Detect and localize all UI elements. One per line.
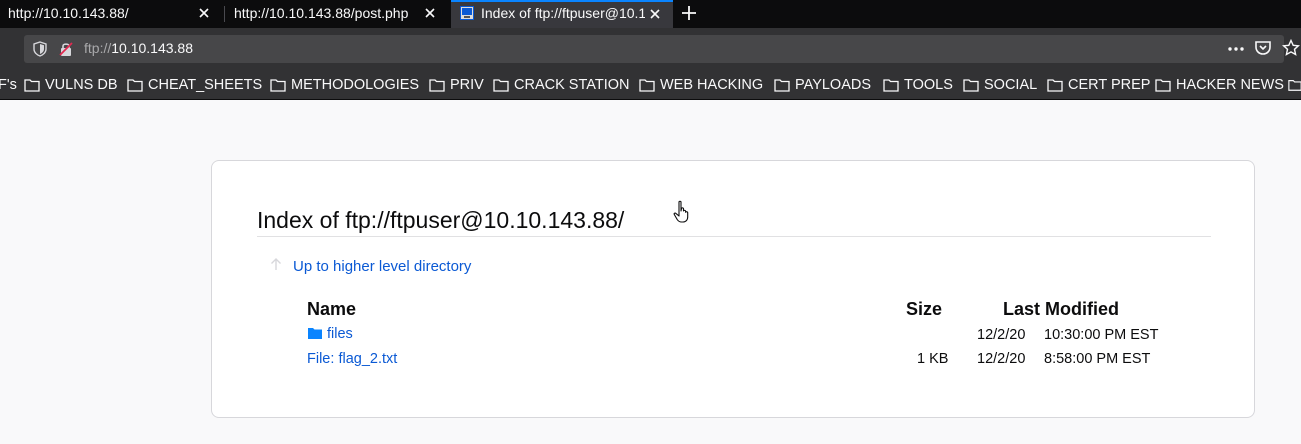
bookmark-star-icon[interactable] — [1282, 39, 1300, 57]
directory-listing-card: Index of ftp://ftpuser@10.10.143.88/ Up … — [211, 160, 1255, 418]
folder-icon — [1155, 79, 1171, 92]
navigation-toolbar: ftp://10.10.143.88 — [0, 28, 1301, 70]
entry-size: 1 KB — [917, 351, 949, 367]
folder-icon — [774, 79, 790, 92]
folder-icon — [493, 79, 509, 92]
bookmark-label: CHEAT_SHEETS — [148, 77, 263, 93]
tab-title: http://10.10.143.88/ — [8, 5, 129, 21]
bookmarks-toolbar: F's VULNS DB CHEAT_SHEETS METHODOLOGIES … — [0, 70, 1301, 100]
folder-icon — [270, 79, 286, 92]
tab-title: Index of ftp://ftpuser@10.10.143.88/ — [481, 5, 645, 21]
entry-link-files[interactable]: files — [327, 326, 353, 342]
heading-divider — [257, 236, 1211, 237]
entry-time: 10:30:00 PM EST — [1044, 327, 1159, 343]
folder-icon — [963, 79, 979, 92]
bookmark-folder-icon[interactable] — [1288, 78, 1301, 92]
folder-icon — [24, 79, 40, 92]
bookmark-label: TOOLS — [904, 77, 953, 93]
bookmark-label: CERT PREP — [1068, 77, 1151, 93]
entry-time: 8:58:00 PM EST — [1044, 351, 1151, 367]
tab-home[interactable]: http://10.10.143.88/ — [0, 0, 222, 28]
insecure-lock-icon[interactable] — [58, 41, 74, 57]
tab-title: http://10.10.143.88/post.php — [234, 5, 409, 21]
tracking-shield-icon[interactable] — [32, 41, 48, 57]
bookmark-label: WEB HACKING — [660, 77, 764, 93]
tab-ftp-index[interactable]: Index of ftp://ftpuser@10.10.143.88/ — [451, 0, 673, 28]
pocket-icon[interactable] — [1254, 39, 1272, 57]
column-header-modified[interactable]: Last Modified — [1003, 299, 1119, 320]
close-icon[interactable] — [422, 5, 438, 21]
url-scheme: ftp:// — [84, 40, 112, 56]
up-arrow-icon — [271, 258, 281, 270]
bookmark-label: VULNS DB — [45, 77, 118, 93]
column-header-name[interactable]: Name — [307, 299, 356, 320]
entry-link-flag-2[interactable]: File: flag_2.txt — [307, 351, 397, 367]
folder-icon — [883, 79, 899, 92]
url-text[interactable]: ftp://10.10.143.88 — [84, 40, 193, 56]
entry-date: 12/2/20 — [977, 327, 1026, 343]
bookmark-label: PAYLOADS — [795, 77, 872, 93]
folder-icon — [639, 79, 655, 92]
page-actions-more-icon[interactable] — [1226, 42, 1246, 56]
address-bar[interactable]: ftp://10.10.143.88 — [24, 35, 1284, 63]
tab-post[interactable]: http://10.10.143.88/post.php — [226, 0, 448, 28]
page-content: Index of ftp://ftpuser@10.10.143.88/ Up … — [0, 101, 1301, 444]
bookmark-label: CRACK STATION — [514, 77, 630, 93]
bookmark-label: F's — [0, 77, 17, 93]
hand-cursor-icon — [673, 200, 689, 223]
page-title: Index of ftp://ftpuser@10.10.143.88/ — [257, 207, 625, 233]
bookmark-label: PRIV — [450, 77, 484, 93]
bookmark-label: HACKER NEWS — [1176, 77, 1284, 93]
column-header-size[interactable]: Size — [906, 299, 942, 320]
file-prefix: File: — [307, 351, 335, 367]
tab-separator — [224, 6, 225, 22]
bookmark-label: SOCIAL — [984, 77, 1038, 93]
entry-date: 12/2/20 — [977, 351, 1026, 367]
page-favicon-icon — [460, 6, 474, 20]
new-tab-plus-icon[interactable] — [676, 2, 702, 24]
folder-icon — [1047, 79, 1063, 92]
tab-strip: http://10.10.143.88/ http://10.10.143.88… — [0, 0, 1301, 28]
folder-icon — [429, 79, 445, 92]
close-icon[interactable] — [647, 6, 663, 22]
url-host: 10.10.143.88 — [111, 40, 193, 56]
file-name: flag_2.txt — [338, 351, 398, 367]
up-directory-link[interactable]: Up to higher level directory — [293, 258, 471, 275]
close-icon[interactable] — [196, 5, 212, 21]
folder-icon — [127, 79, 143, 92]
bookmark-label: METHODOLOGIES — [291, 77, 420, 93]
folder-icon — [308, 328, 322, 339]
